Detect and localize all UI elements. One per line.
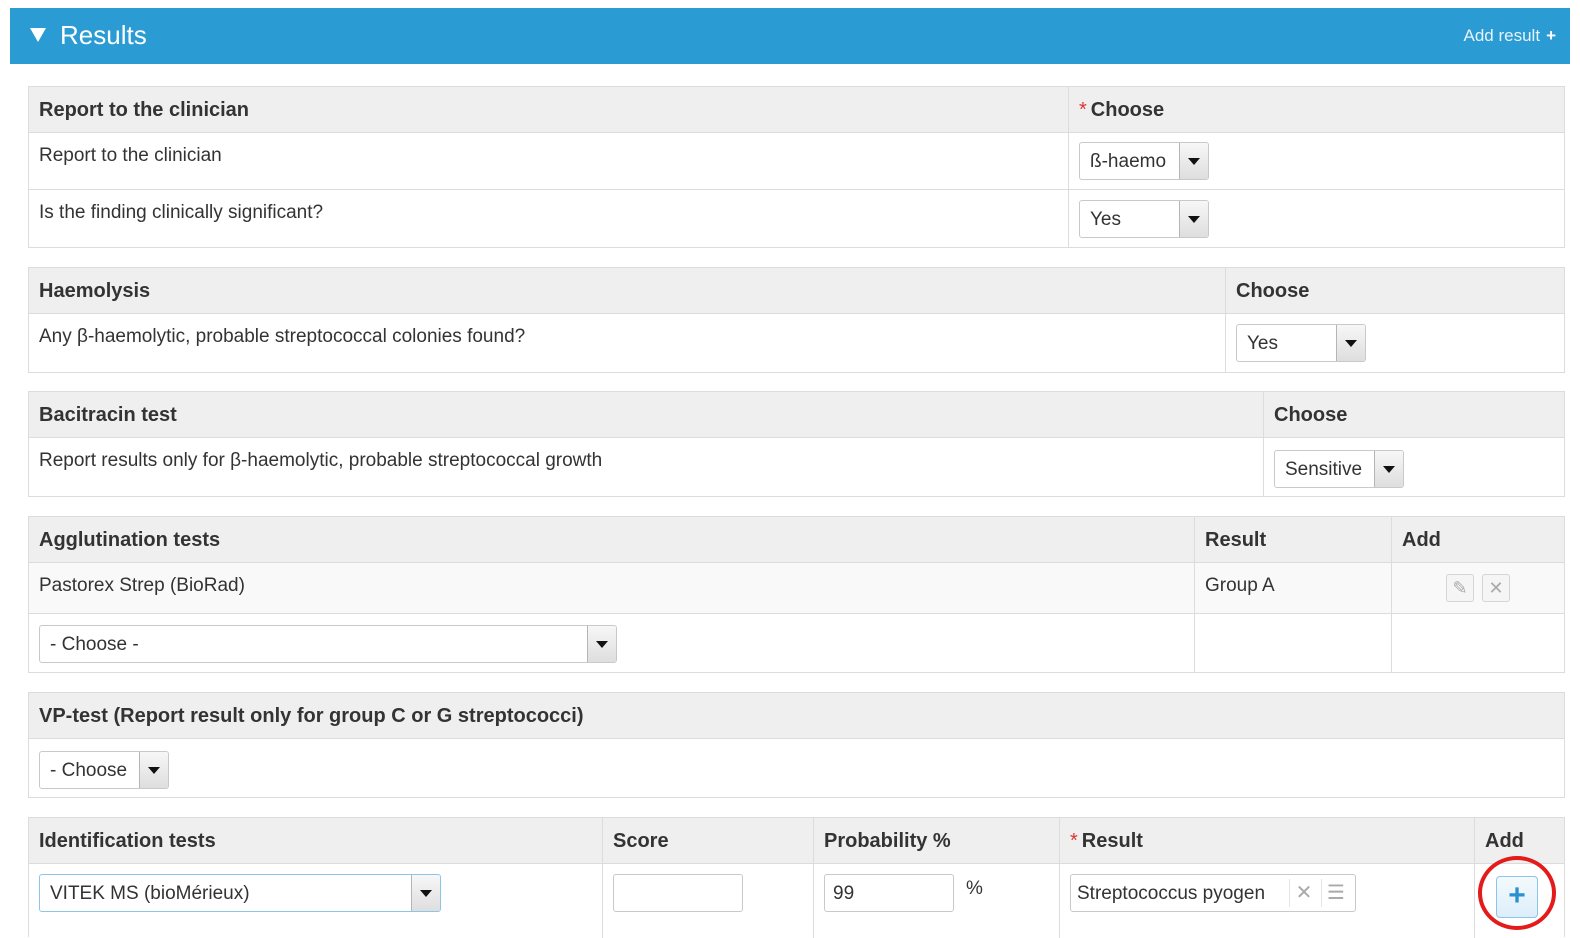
report-heading: Report to the clinician	[39, 99, 250, 121]
x-icon[interactable]: ✕	[1289, 879, 1318, 907]
chevron-down-icon[interactable]	[1336, 325, 1365, 361]
select-value: Yes	[1247, 333, 1278, 354]
report-select[interactable]: ß-haemo	[1079, 142, 1209, 180]
select-value: VITEK MS (bioMérieux)	[50, 883, 250, 904]
haemolysis-heading: Haemolysis	[39, 280, 151, 302]
probability-value: 99	[833, 883, 855, 904]
chevron-down-icon[interactable]	[411, 875, 440, 911]
agglutination-choose-select[interactable]: - Choose -	[39, 625, 617, 663]
results-header[interactable]: Results Add result +	[10, 8, 1570, 64]
list-icon[interactable]: ☰	[1321, 879, 1350, 907]
pencil-icon[interactable]: ✎	[1446, 574, 1474, 602]
agglutination-header-row: Agglutination tests Result Add	[29, 517, 1564, 563]
select-value: - Choose	[50, 760, 128, 781]
select-value: - Choose -	[50, 634, 139, 655]
agglutination-result-value: Group A	[1205, 575, 1275, 596]
table-row: Is the finding clinically significant? Y…	[29, 190, 1564, 247]
add-result-button[interactable]: Add result +	[1464, 26, 1556, 46]
table-row: VITEK MS (bioMérieux) 99 % Streptococcus…	[29, 864, 1564, 938]
score-label: Score	[613, 830, 669, 852]
chevron-down-icon[interactable]	[139, 752, 168, 788]
table-row: Pastorex Strep (BioRad) Group A ✎ ✕	[29, 563, 1564, 614]
chevron-down-icon[interactable]	[1179, 143, 1208, 179]
agglutination-table: Agglutination tests Result Add Pastorex …	[28, 516, 1565, 673]
identification-test-select[interactable]: VITEK MS (bioMérieux)	[39, 874, 441, 912]
significance-label: Is the finding clinically significant?	[39, 202, 324, 223]
table-row: - Choose	[29, 739, 1564, 797]
haemolysis-select[interactable]: Yes	[1236, 324, 1366, 362]
identification-header-row: Identification tests Score Probability %…	[29, 818, 1564, 864]
bacitracin-heading: Bacitracin test	[39, 404, 177, 426]
select-value: ß-haemo	[1090, 151, 1167, 172]
vp-test-select[interactable]: - Choose	[39, 751, 169, 789]
vp-test-table: VP-test (Report result only for group C …	[28, 692, 1565, 798]
table-row: Report results only for β-haemolytic, pr…	[29, 438, 1564, 496]
results-title: Results	[60, 20, 147, 50]
haemolysis-question: Any β-haemolytic, probable streptococcal…	[39, 326, 526, 347]
identification-heading: Identification tests	[39, 830, 216, 852]
required-mark: *	[1079, 99, 1087, 121]
identification-result-label: Result	[1081, 830, 1143, 852]
plus-icon: +	[1546, 26, 1556, 45]
chevron-down-icon[interactable]	[587, 626, 616, 662]
agglutination-heading: Agglutination tests	[39, 529, 221, 551]
bacitracin-choose-label: Choose	[1274, 404, 1348, 426]
bacitracin-select[interactable]: Sensitive	[1274, 450, 1404, 488]
probability-input[interactable]: 99	[824, 874, 954, 912]
chevron-down-icon[interactable]	[1374, 451, 1403, 487]
percent-sign: %	[966, 878, 983, 899]
vp-test-heading: VP-test (Report result only for group C …	[39, 705, 584, 727]
haemolysis-header-row: Haemolysis Choose	[29, 268, 1564, 314]
chevron-down-icon[interactable]	[1179, 201, 1208, 237]
select-value: Yes	[1090, 209, 1121, 230]
result-input[interactable]: Streptococcus pyogen ✕ ☰	[1070, 874, 1356, 912]
add-result-label: Add result	[1463, 26, 1541, 45]
haemolysis-choose-label: Choose	[1236, 280, 1310, 302]
x-icon[interactable]: ✕	[1482, 574, 1510, 602]
bacitracin-table: Bacitracin test Choose Report results on…	[28, 391, 1565, 497]
vp-test-header-row: VP-test (Report result only for group C …	[29, 693, 1564, 739]
report-row-label: Report to the clinician	[39, 145, 222, 166]
report-header-row: Report to the clinician * Choose	[29, 87, 1564, 133]
bacitracin-instruction: Report results only for β-haemolytic, pr…	[39, 450, 603, 471]
score-input[interactable]	[613, 874, 743, 912]
identification-table: Identification tests Score Probability %…	[28, 817, 1565, 938]
select-value: Sensitive	[1285, 459, 1363, 480]
haemolysis-table: Haemolysis Choose Any β-haemolytic, prob…	[28, 267, 1565, 373]
agglutination-test-name: Pastorex Strep (BioRad)	[39, 575, 245, 596]
required-mark: *	[1070, 830, 1078, 852]
result-value: Streptococcus pyogen	[1077, 883, 1266, 904]
probability-label: Probability %	[824, 830, 951, 852]
table-row: Any β-haemolytic, probable streptococcal…	[29, 314, 1564, 372]
significance-select[interactable]: Yes	[1079, 200, 1209, 238]
report-table: Report to the clinician * Choose Report t…	[28, 86, 1565, 248]
table-row: - Choose -	[29, 614, 1564, 672]
bacitracin-header-row: Bacitracin test Choose	[29, 392, 1564, 438]
collapse-triangle-icon[interactable]	[30, 28, 46, 42]
highlight-circle	[1478, 856, 1556, 930]
table-row: Report to the clinician ß-haemo	[29, 133, 1564, 190]
report-choose-label: Choose	[1090, 99, 1165, 121]
agglutination-result-label: Result	[1205, 529, 1267, 551]
identification-add-label: Add	[1485, 830, 1524, 852]
agglutination-add-label: Add	[1402, 529, 1441, 551]
